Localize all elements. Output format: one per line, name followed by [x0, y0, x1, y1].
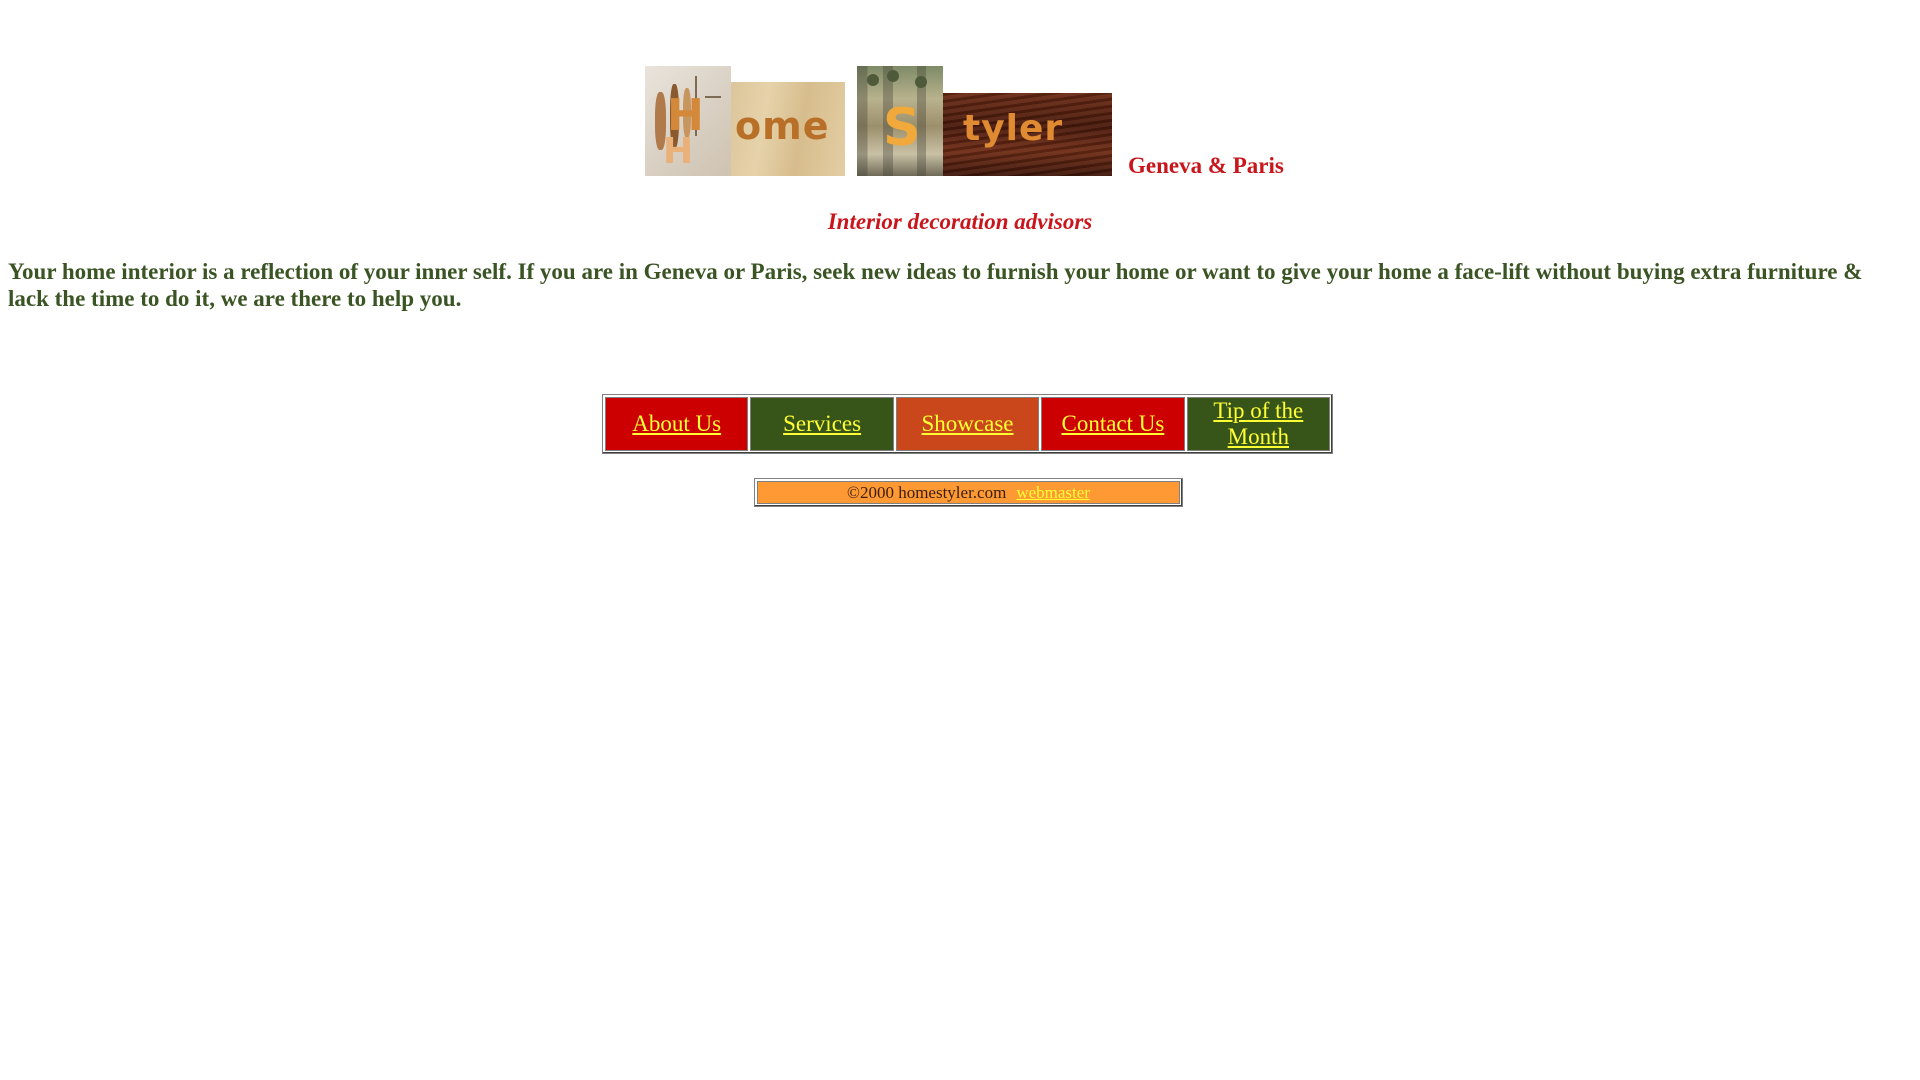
nav-link-contact-us[interactable]: Contact Us [1061, 411, 1164, 437]
webmaster-link[interactable]: webmaster [1016, 483, 1090, 503]
logo-text-tyler: tyler [963, 108, 1064, 149]
copyright-text: ©2000 homestyler.com [847, 482, 1007, 502]
nav-link-tip-of-the-month[interactable]: Tip of the Month [1188, 398, 1329, 450]
nav-cell-services: Services [750, 397, 894, 451]
location-label: Geneva & Paris [1128, 153, 1284, 178]
logo-letter-s: S [883, 98, 921, 158]
logo-tile-h: H H [645, 66, 731, 176]
nav-link-showcase[interactable]: Showcase [922, 411, 1014, 437]
page: H H ome S tyler Geneva & Paris Interior … [0, 0, 1920, 1080]
footer-cell: ©2000 homestyler.com webmaster [757, 481, 1180, 504]
nav-cell-contact-us: Contact Us [1041, 397, 1185, 451]
logo-tile-ome: ome [731, 82, 845, 176]
tagline: Interior decoration advisors [827, 209, 1093, 234]
intro-paragraph: Your home interior is a reflection of yo… [8, 259, 1863, 311]
main-nav: About Us Services Showcase Contact Us Ti… [602, 394, 1333, 454]
logo-tile-s: S [857, 66, 943, 176]
nav-cell-tip-of-the-month: Tip of the Month [1186, 397, 1331, 451]
nav-cell-about-us: About Us [605, 397, 749, 451]
logo-text-ome: ome [735, 104, 830, 148]
nav-link-services[interactable]: Services [783, 411, 861, 437]
nav-cell-showcase: Showcase [895, 397, 1040, 451]
nav-link-about-us[interactable]: About Us [632, 411, 721, 437]
footer: ©2000 homestyler.com webmaster [754, 478, 1183, 507]
logo-letter-h-shadow: H [663, 131, 694, 172]
logo-tile-tyler: tyler [943, 93, 1112, 176]
site-logo: H H ome S tyler [0, 66, 1920, 176]
